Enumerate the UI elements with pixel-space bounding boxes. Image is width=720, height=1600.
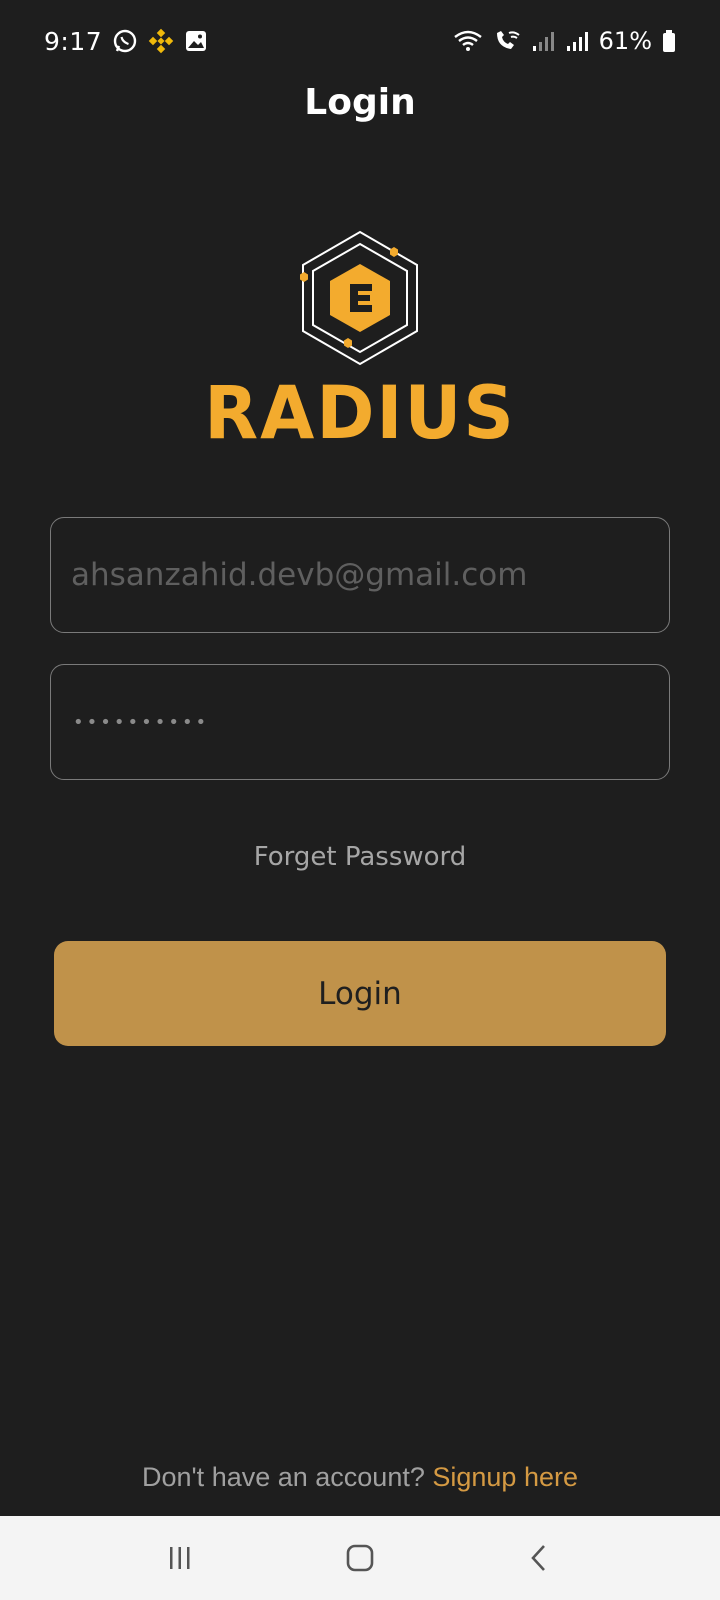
gallery-icon <box>184 29 208 53</box>
brand-name: RADIUS <box>204 369 516 457</box>
whatsapp-icon <box>112 28 138 54</box>
email-field[interactable] <box>50 517 670 633</box>
status-right: 61% <box>453 27 676 55</box>
binance-icon <box>148 28 174 54</box>
email-input[interactable] <box>51 518 669 632</box>
home-icon[interactable] <box>330 1528 390 1588</box>
page-title: Login <box>304 82 416 123</box>
signup-row: Don't have an account? Signup here <box>0 1462 720 1493</box>
signup-prompt: Don't have an account? <box>142 1462 425 1492</box>
battery-percent: 61% <box>598 27 652 55</box>
wifi-icon <box>453 29 483 53</box>
password-field[interactable]: •••••••••• <box>50 664 670 780</box>
password-mask[interactable]: •••••••••• <box>73 665 209 779</box>
signal-icon <box>565 30 589 52</box>
back-icon[interactable] <box>510 1528 570 1588</box>
recent-apps-icon[interactable] <box>150 1528 210 1588</box>
status-bar: 9:17 61% <box>0 0 720 82</box>
navigation-bar <box>0 1516 720 1600</box>
forget-password-link[interactable]: Forget Password <box>0 842 720 872</box>
signal-icon <box>531 30 555 52</box>
radius-logo-icon <box>290 228 430 368</box>
battery-icon <box>662 29 676 53</box>
wifi-calling-icon <box>493 29 521 53</box>
login-button[interactable]: Login <box>54 941 666 1046</box>
signup-link[interactable]: Signup here <box>432 1462 578 1492</box>
status-time: 9:17 <box>44 26 103 56</box>
status-left: 9:17 <box>44 27 208 56</box>
